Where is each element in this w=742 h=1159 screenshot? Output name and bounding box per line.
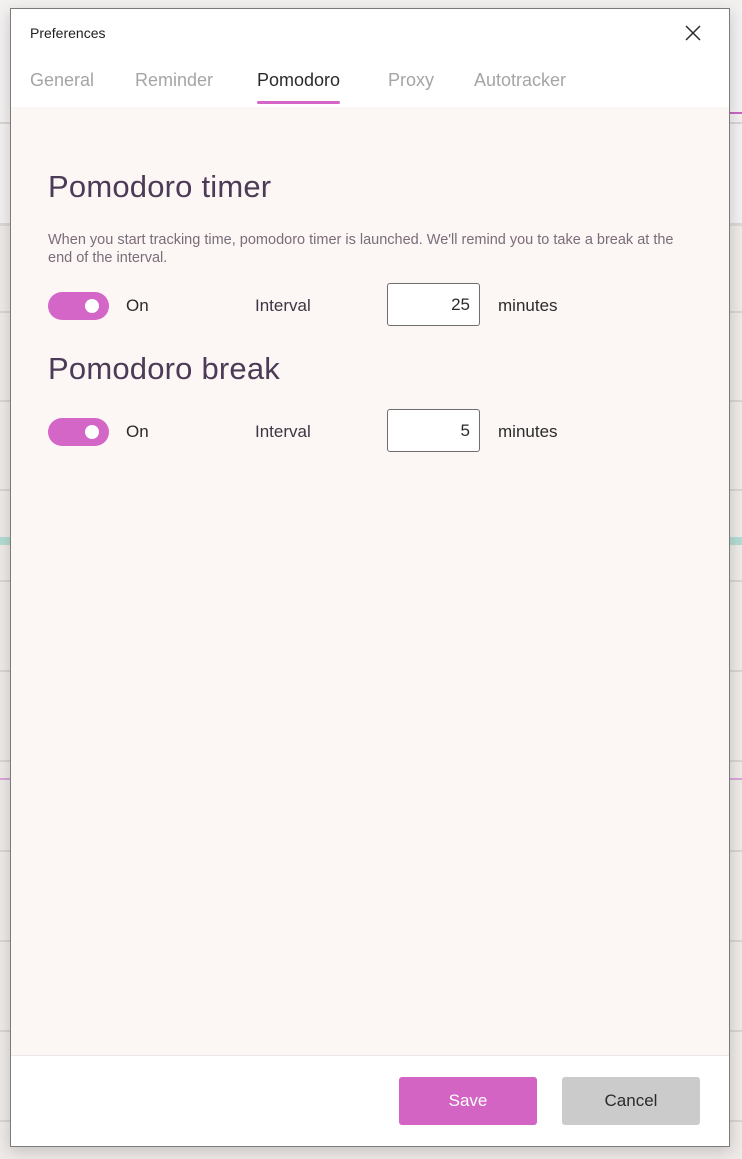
- pomodoro-break-toggle-label: On: [126, 422, 149, 441]
- tab-pomodoro[interactable]: Pomodoro: [257, 67, 341, 104]
- pomodoro-timer-interval-label: Interval: [255, 296, 311, 315]
- tab-general[interactable]: General: [30, 67, 94, 103]
- pomodoro-break-heading: Pomodoro break: [48, 351, 280, 386]
- pomodoro-timer-description: When you start tracking time, pomodoro t…: [48, 232, 674, 266]
- tab-reminder[interactable]: Reminder: [135, 67, 213, 103]
- pomodoro-timer-unit-label: minutes: [498, 296, 558, 315]
- preferences-dialog: Preferences General Reminder Pomodoro Pr…: [10, 8, 730, 1147]
- pomodoro-timer-interval-input[interactable]: [387, 283, 480, 326]
- tab-autotracker[interactable]: Autotracker: [474, 67, 566, 103]
- tab-content: Pomodoro timer When you start tracking t…: [11, 107, 729, 1056]
- save-button[interactable]: Save: [399, 1077, 537, 1125]
- pomodoro-break-unit-label: minutes: [498, 422, 558, 441]
- close-icon: [685, 25, 701, 41]
- tab-bar: General Reminder Pomodoro Proxy Autotrac…: [11, 67, 729, 107]
- pomodoro-timer-row: On Interval minutes: [48, 283, 688, 329]
- close-button[interactable]: [683, 23, 703, 43]
- toggle-knob: [85, 299, 99, 313]
- dialog-title: Preferences: [30, 25, 106, 41]
- pomodoro-timer-toggle-label: On: [126, 296, 149, 315]
- background-accent-line: [728, 112, 742, 114]
- dialog-footer: Save Cancel: [11, 1056, 729, 1146]
- pomodoro-break-interval-label: Interval: [255, 422, 311, 441]
- pomodoro-break-row: On Interval minutes: [48, 409, 688, 455]
- pomodoro-break-toggle[interactable]: [48, 418, 109, 446]
- pomodoro-timer-heading: Pomodoro timer: [48, 169, 272, 204]
- toggle-knob: [85, 425, 99, 439]
- cancel-button[interactable]: Cancel: [562, 1077, 700, 1125]
- tab-proxy[interactable]: Proxy: [388, 67, 434, 103]
- pomodoro-timer-toggle[interactable]: [48, 292, 109, 320]
- pomodoro-break-interval-input[interactable]: [387, 409, 480, 452]
